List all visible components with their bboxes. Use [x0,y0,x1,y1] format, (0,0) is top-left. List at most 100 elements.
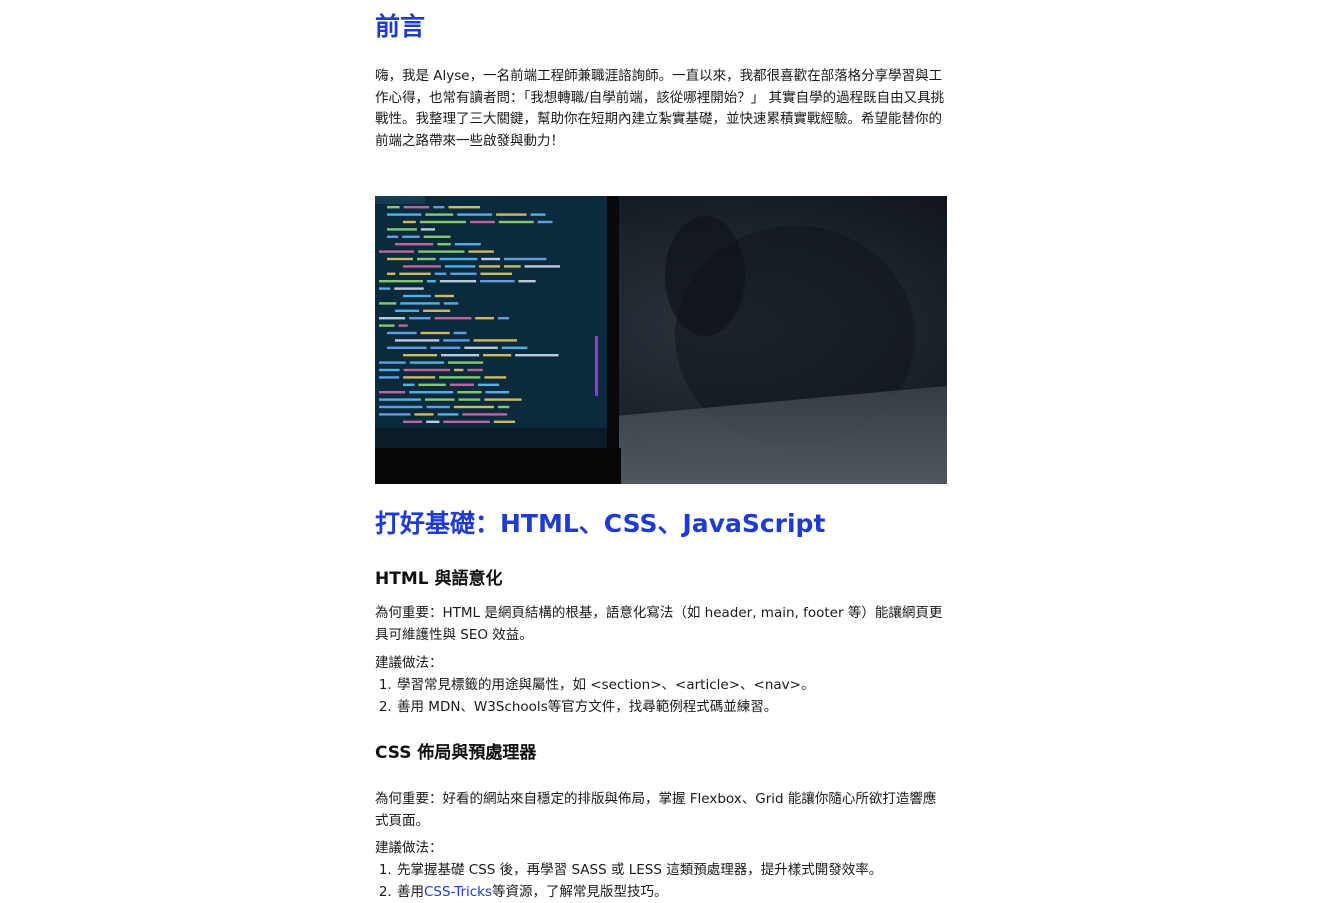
code-line-mark [394,287,424,289]
code-line-mark [395,339,439,341]
css-tricks-link[interactable]: CSS-Tricks [424,884,492,900]
code-line-mark [403,354,437,356]
code-line-mark [403,376,435,378]
code-line-mark [387,236,398,238]
code-line-mark [462,413,507,415]
code-line-mark [421,228,435,230]
code-line-mark [484,398,521,400]
code-line-mark [387,228,417,230]
code-line-mark [403,221,416,223]
code-line-mark [379,324,395,326]
code-line-mark [443,421,490,423]
code-line-mark [403,295,431,297]
list-item: 善用CSS-Tricks等資源，了解常見版型技巧。 [396,882,968,903]
code-line-mark [409,391,453,393]
code-line-mark [387,213,421,215]
code-line-mark [468,250,494,252]
code-line-mark [504,258,546,260]
list-item: 先掌握基礎 CSS 後，再學習 SASS 或 LESS 這類預處理器，提升樣式開… [396,860,968,882]
code-line-mark [448,361,483,363]
code-line-mark [439,376,480,378]
code-line-mark [410,361,444,363]
code-line-mark [504,265,521,267]
code-line-mark [454,332,467,334]
code-line-mark [454,369,463,371]
code-line-mark [379,406,423,408]
css-section-heading: CSS 佈局與預處理器 [375,741,536,765]
code-line-mark [395,243,433,245]
code-line-mark [402,236,420,238]
code-line-mark [403,421,422,423]
code-line-mark [387,332,417,334]
list-item: 善用 MDN、W3Schools等官方文件，找尋範例程式碼並練習。 [396,697,968,719]
code-line-mark [431,347,461,349]
code-line-mark [440,280,476,282]
code-line-mark [498,317,509,319]
code-line-mark [417,258,436,260]
code-line-mark [423,310,450,312]
code-line-mark [519,280,536,282]
code-line-mark [457,213,492,215]
code-line-mark [379,280,423,282]
code-line-mark [379,287,390,289]
code-line-mark [399,324,408,326]
code-line-mark [438,413,459,415]
html-section-heading: HTML 與語意化 [375,567,503,591]
code-line-mark [496,213,526,215]
code-line-mark [379,398,421,400]
code-line-mark [420,221,466,223]
code-line-mark [479,265,500,267]
code-line-mark [481,258,500,260]
code-line-mark [444,302,459,304]
code-line-mark [404,369,450,371]
css-steps-list: 先掌握基礎 CSS 後，再學習 SASS 或 LESS 這類預處理器，提升樣式開… [375,860,968,903]
code-line-mark [379,369,400,371]
code-line-mark [467,369,482,371]
step-text-after: 等資源，了解常見版型技巧。 [492,884,668,900]
css-why-paragraph: 為何重要：好看的網站來自穩定的排版與佈局，掌握 Flexbox、Grid 能讓你… [375,789,947,832]
code-line-mark [379,413,411,415]
code-line-mark [418,250,464,252]
code-line-mark [418,384,445,386]
code-line-mark [399,273,430,275]
code-line-mark [425,398,455,400]
laptop-code-illustration [375,196,947,484]
code-line-mark [379,376,399,378]
code-line-mark [404,206,430,208]
code-line-mark [464,347,497,349]
code-line-mark [454,406,494,408]
code-line-mark [475,317,494,319]
code-line-mark [424,236,451,238]
code-line-mark [481,273,513,275]
intro-heading: 前言 [375,10,425,44]
code-line-mark [435,317,472,319]
code-line-mark [484,376,506,378]
code-line-mark [415,413,434,415]
code-line-mark [421,332,450,334]
code-line-mark [387,206,400,208]
code-line-mark [379,317,405,319]
code-line-mark [470,221,495,223]
html-why-paragraph: 為何重要：HTML 是網頁結構的根基，語意化寫法（如 header, main,… [375,603,947,646]
list-item: 學習常見標籤的用途與屬性，如 <section>、<article>、<nav>… [396,675,968,697]
code-line-mark [379,250,414,252]
code-line-mark [450,273,476,275]
code-line-mark [486,391,510,393]
code-line-mark [409,317,431,319]
intro-paragraph: 嗨，我是 Alyse，一名前端工程師兼職涯諮詢師。一直以來，我都很喜歡在部落格分… [375,66,947,152]
code-line-mark [387,273,395,275]
code-line-mark [427,406,450,408]
code-line-mark [379,361,406,363]
html-steps-list: 學習常見標籤的用途與屬性，如 <section>、<article>、<nav>… [375,675,968,718]
code-line-mark [400,302,440,304]
code-line-mark [403,265,441,267]
code-line-mark [457,391,481,393]
code-line-mark [379,391,405,393]
hero-image [375,196,947,484]
code-line-mark [433,206,444,208]
code-line-mark [426,421,439,423]
step-text-before: 善用 [397,884,424,900]
code-line-mark [478,384,499,386]
code-line-mark [379,302,396,304]
code-line-mark [449,206,481,208]
